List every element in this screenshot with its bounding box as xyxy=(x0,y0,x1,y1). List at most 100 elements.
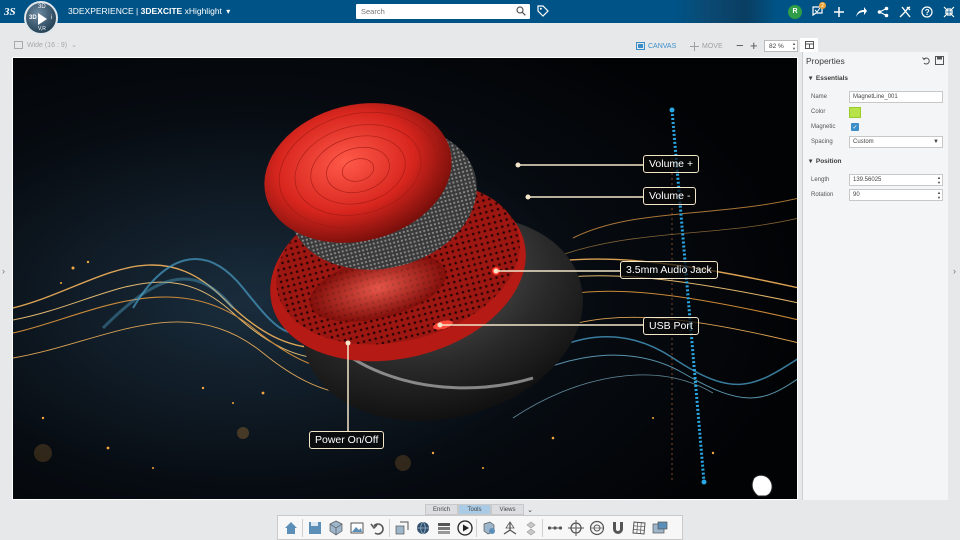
magnet-line-start-handle[interactable] xyxy=(669,107,675,113)
anchor-volume-up[interactable] xyxy=(515,162,521,168)
search-icon[interactable] xyxy=(516,6,526,16)
help-icon: ? xyxy=(921,5,933,18)
add-button[interactable] xyxy=(828,0,850,23)
tools-button[interactable] xyxy=(894,0,916,23)
spacing-select[interactable]: Custom ▼ xyxy=(849,136,943,148)
fullscreen-button[interactable] xyxy=(938,0,960,23)
home-icon xyxy=(284,521,297,534)
grid-button[interactable] xyxy=(628,517,649,538)
canvas-mode-button[interactable]: CANVAS xyxy=(636,42,676,50)
insert-image-button[interactable] xyxy=(346,517,367,538)
spinner-icon[interactable]: ▲ ▼ xyxy=(937,190,941,200)
scene-button[interactable] xyxy=(391,517,412,538)
undo-button[interactable] xyxy=(367,517,388,538)
home-button[interactable] xyxy=(280,517,301,538)
axis-button[interactable] xyxy=(499,517,520,538)
spacing-value: Custom xyxy=(853,139,874,145)
app-subtitle: xHighlight xyxy=(184,6,222,16)
network-button[interactable] xyxy=(872,0,894,23)
cube-icon xyxy=(329,520,342,535)
position-section-header[interactable]: ▾ Position xyxy=(809,157,842,165)
panel-tabs xyxy=(800,38,960,52)
target-icon xyxy=(589,520,604,535)
app-title[interactable]: 3DEXPERIENCE | 3DEXCITE xHighlight ▾ xyxy=(68,6,230,16)
globe-icon xyxy=(416,521,429,535)
user-avatar-button[interactable]: R xyxy=(784,0,806,23)
expand-right-icon[interactable]: › xyxy=(953,266,956,276)
explode-button[interactable] xyxy=(520,517,541,538)
target-button[interactable] xyxy=(586,517,607,538)
layers-icon xyxy=(437,522,450,534)
top-bar: 3S 3D 3D i V,R 3DEXPERIENCE | 3DEXCITE x… xyxy=(0,0,960,35)
properties-tab[interactable] xyxy=(800,38,818,52)
color-swatch[interactable] xyxy=(849,107,861,118)
magnet-icon xyxy=(612,521,623,534)
magnet-line-button[interactable] xyxy=(544,517,565,538)
compass-widget[interactable]: 3D 3D i V,R xyxy=(24,1,58,35)
separator xyxy=(542,518,543,537)
anchor-power[interactable] xyxy=(345,340,351,346)
position-label: Position xyxy=(815,158,842,165)
color-label: Color xyxy=(811,109,826,115)
essentials-section-header[interactable]: ▾ Essentials xyxy=(809,74,848,82)
anchor-usb-port[interactable] xyxy=(437,322,443,328)
anchor-volume-down[interactable] xyxy=(525,194,531,200)
move-icon xyxy=(690,42,699,51)
callout-usb-port[interactable]: USB Port xyxy=(643,317,699,335)
compass-left: 3D xyxy=(29,15,37,21)
zoom-level-input[interactable]: 82 % ▲ ▼ xyxy=(764,40,798,52)
tag-icon[interactable] xyxy=(537,5,549,17)
search-input[interactable] xyxy=(356,4,506,19)
save-icon[interactable] xyxy=(935,56,944,65)
notifications-button[interactable]: 2 xyxy=(806,0,828,23)
length-input[interactable]: 139.56025 ▲ ▼ xyxy=(849,174,943,186)
scene-icon xyxy=(395,521,408,534)
name-label: Name xyxy=(811,94,828,100)
magnet-line-end-handle[interactable] xyxy=(701,479,707,485)
anchor-audio-jack[interactable] xyxy=(493,268,499,274)
callout-power[interactable]: Power On/Off xyxy=(309,431,385,449)
panel-actions xyxy=(922,56,944,65)
name-field[interactable]: MagnetLine_001 xyxy=(849,91,943,103)
tab-views[interactable]: Views xyxy=(491,504,524,515)
move-mode-button[interactable]: MOVE xyxy=(690,42,723,51)
chevron-down-icon[interactable]: ⌄ xyxy=(524,504,536,515)
spinner-icon[interactable]: ▲ ▼ xyxy=(937,175,941,185)
render-icon xyxy=(483,521,495,534)
play-icon xyxy=(38,13,47,25)
aspect-ratio-selector[interactable]: Wide (16 : 9) ⌄ xyxy=(14,41,77,49)
zoom-in-button[interactable]: + xyxy=(750,38,758,53)
magnet-button[interactable] xyxy=(607,517,628,538)
magnetic-checkbox[interactable]: ✓ xyxy=(851,123,859,131)
share-button[interactable] xyxy=(850,0,872,23)
properties-panel: Properties ▾ Essentials Name MagnetLine_… xyxy=(802,52,948,500)
spinner-icon[interactable]: ▲ ▼ xyxy=(792,41,796,51)
environment-button[interactable] xyxy=(412,517,433,538)
help-button[interactable]: ? xyxy=(916,0,938,23)
tab-tools[interactable]: Tools xyxy=(458,504,491,515)
save-button[interactable] xyxy=(304,517,325,538)
render-button[interactable] xyxy=(478,517,499,538)
scene-illustration xyxy=(13,58,797,499)
share-arrow-icon xyxy=(855,6,867,17)
scene-canvas[interactable]: Volume + Volume - 3.5mm Audio Jack USB P… xyxy=(12,57,798,500)
bottom-tabs: Enrich Tools Views ⌄ xyxy=(425,504,536,515)
zoom-out-button[interactable]: − xyxy=(736,38,744,53)
play-button[interactable] xyxy=(454,517,475,538)
callout-volume-up[interactable]: Volume + xyxy=(643,155,700,173)
separator xyxy=(302,518,303,537)
snapshot-button[interactable] xyxy=(649,517,670,538)
tab-enrich[interactable]: Enrich xyxy=(425,504,458,515)
callout-audio-jack[interactable]: 3.5mm Audio Jack xyxy=(620,261,718,279)
layers-button[interactable] xyxy=(433,517,454,538)
compass-right: i xyxy=(50,15,52,21)
undo-icon[interactable] xyxy=(922,56,931,65)
insert-3d-button[interactable] xyxy=(325,517,346,538)
save-icon xyxy=(308,521,321,534)
expand-left-icon[interactable]: › xyxy=(2,266,5,276)
rotation-input[interactable]: 90 ▲ ▼ xyxy=(849,189,943,201)
compass-north: 3D xyxy=(38,4,46,10)
app-name: 3DEXCITE xyxy=(140,6,183,16)
callout-volume-down[interactable]: Volume - xyxy=(643,187,697,205)
crosshair-button[interactable] xyxy=(565,517,586,538)
